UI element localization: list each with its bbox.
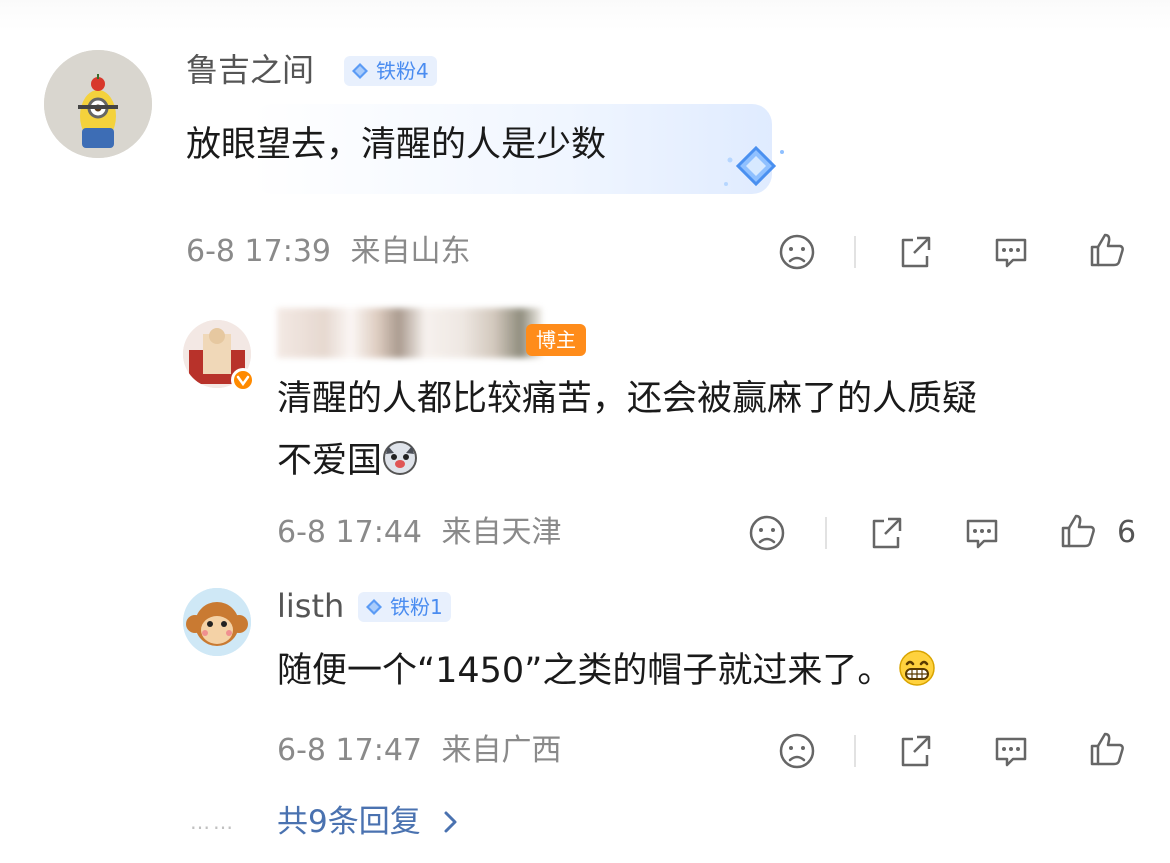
blogger-badge: 博主 xyxy=(526,324,586,356)
comment-text: 放眼望去，清醒的人是少数 xyxy=(186,125,607,165)
like-icon[interactable] xyxy=(1087,230,1127,270)
share-icon[interactable] xyxy=(895,232,935,272)
fan-badge: 铁粉4 xyxy=(344,56,437,86)
username-blurred[interactable] xyxy=(277,308,542,358)
username[interactable]: 鲁吉之间 xyxy=(186,50,314,90)
comment-meta: 6-8 17:44 来自天津 xyxy=(277,513,562,553)
comment-icon[interactable] xyxy=(991,232,1031,272)
like-icon[interactable] xyxy=(1058,511,1098,551)
comment-text-line2: 不爱国 xyxy=(277,430,418,492)
fan-badge-label: 铁粉4 xyxy=(376,59,429,83)
fan-badge: 铁粉1 xyxy=(358,592,451,622)
like-icon[interactable] xyxy=(1087,729,1127,769)
view-more-replies-link[interactable]: 共9条回复 xyxy=(277,802,461,842)
username[interactable]: listh xyxy=(277,586,344,626)
comment-text-line: 随便一个“1450”之类的帽子就过来了。 xyxy=(277,640,936,702)
comment-location: 来自山东 xyxy=(350,234,471,269)
share-icon[interactable] xyxy=(895,731,935,771)
more-replies-label: 共9条回复 xyxy=(277,804,421,840)
verified-badge-icon xyxy=(231,368,255,392)
top-fade xyxy=(0,0,1170,30)
husky-emoji-icon xyxy=(383,441,418,475)
comment-time: 6-8 17:47 xyxy=(277,733,422,768)
like-count: 6 xyxy=(1117,515,1137,550)
avatar[interactable] xyxy=(44,50,152,158)
share-icon[interactable] xyxy=(866,513,906,553)
comment-meta: 6-8 17:47 来自广西 xyxy=(277,731,562,771)
comment-time: 6-8 17:44 xyxy=(277,515,422,550)
fan-badge-label: 铁粉1 xyxy=(390,595,443,619)
avatar[interactable] xyxy=(183,320,255,392)
diamond-icon xyxy=(352,63,368,79)
divider xyxy=(854,735,856,767)
minion-avatar-icon xyxy=(44,50,152,158)
dislike-icon[interactable] xyxy=(777,232,817,272)
monkey-avatar-icon xyxy=(183,588,251,656)
comment-text: 随便一个“1450”之类的帽子就过来了。 xyxy=(277,651,893,691)
divider xyxy=(854,236,856,268)
crystal-decoration-icon xyxy=(724,145,784,187)
comment-location: 来自天津 xyxy=(441,515,562,550)
comment-text-tail: 不爱国 xyxy=(277,441,383,481)
grin-emoji-icon xyxy=(899,650,936,686)
comment-icon[interactable] xyxy=(962,513,1002,553)
diamond-icon xyxy=(366,599,382,615)
chevron-right-icon xyxy=(444,811,457,833)
dislike-icon[interactable] xyxy=(747,513,787,553)
dislike-icon[interactable] xyxy=(777,731,817,771)
comment-meta: 6-8 17:39 来自山东 xyxy=(186,232,471,272)
avatar[interactable] xyxy=(183,588,251,656)
divider xyxy=(825,517,827,549)
comment-location: 来自广西 xyxy=(441,733,562,768)
comment-text: 清醒的人都比较痛苦，还会被赢麻了的人质疑 xyxy=(277,379,978,419)
comment-icon[interactable] xyxy=(991,731,1031,771)
comment-time: 6-8 17:39 xyxy=(186,234,331,269)
dots-divider: …… xyxy=(190,810,236,834)
